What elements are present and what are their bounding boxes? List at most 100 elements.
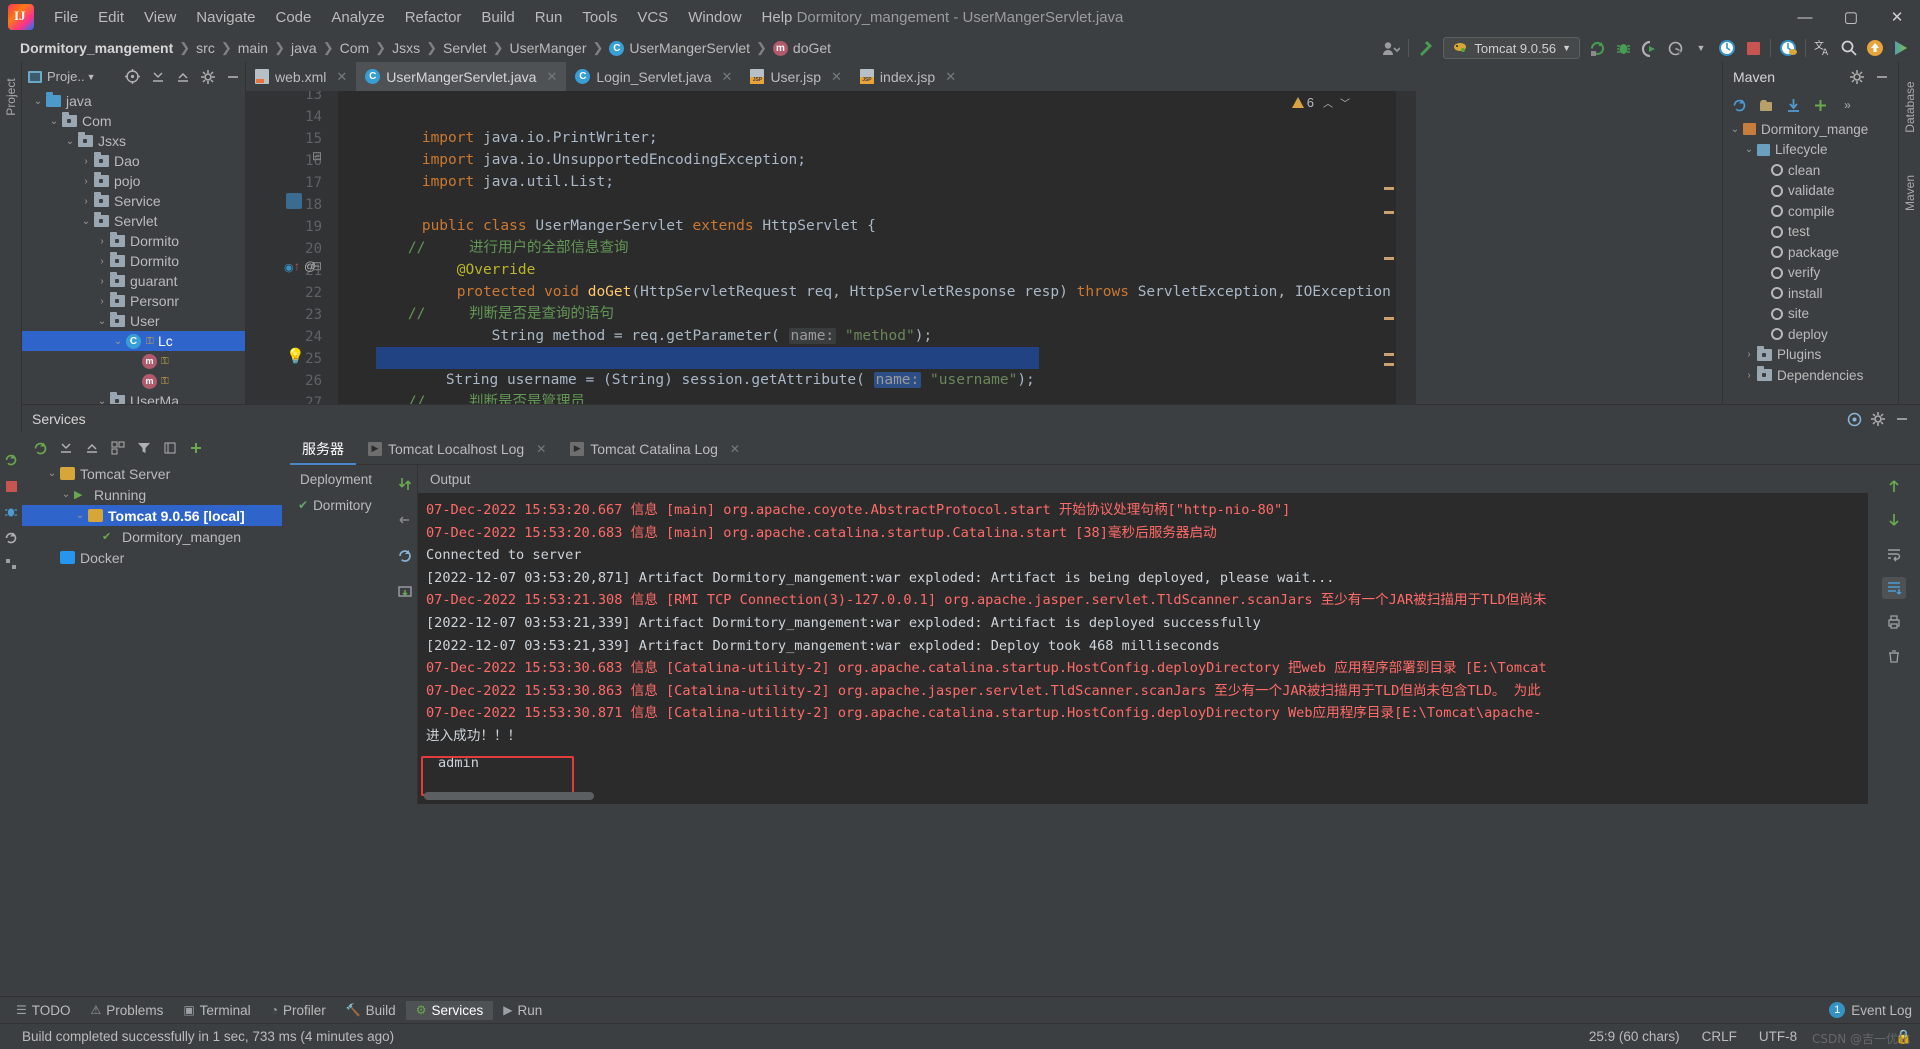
chevron-up-icon[interactable]: ︿ xyxy=(1323,95,1333,110)
maven-tree-item-dormitory-mange[interactable]: ⌄ Dormitory_mange xyxy=(1723,119,1898,140)
close-tab-icon[interactable]: ✕ xyxy=(536,442,546,456)
project-tree-item-guarant[interactable]: › guarant xyxy=(22,271,245,291)
maven-tree-item-compile[interactable]: compile xyxy=(1723,201,1898,222)
editor-tab-login-servlet-java[interactable]: C Login_Servlet.java ✕ xyxy=(566,62,741,91)
menu-item-vcs[interactable]: VCS xyxy=(627,6,678,29)
bottom-bar-services[interactable]: ⚙ Services xyxy=(405,1000,494,1020)
chevron-down-icon[interactable]: ⌄ xyxy=(62,136,78,147)
close-tab-icon[interactable]: ✕ xyxy=(831,69,842,85)
chevron-down-icon[interactable]: ▼ xyxy=(87,72,96,82)
project-panel-title[interactable]: Proje.. xyxy=(47,69,85,84)
services-tree-item-running[interactable]: ⌄ ▶ Running xyxy=(22,484,282,505)
chevron-right-icon[interactable]: › xyxy=(94,236,110,247)
tool-window-maven[interactable]: Maven xyxy=(1903,160,1917,226)
bottom-bar-run[interactable]: ▶ Run xyxy=(493,1001,552,1020)
download-sources-icon[interactable] xyxy=(1781,93,1806,117)
services-tree-item-tomcat-9-0-56-local-[interactable]: ⌄ Tomcat 9.0.56 [local] xyxy=(22,505,282,526)
editor-tab-usermangerservlet-java[interactable]: C UserMangerServlet.java ✕ xyxy=(356,62,567,91)
settings-gear-icon[interactable] xyxy=(195,65,220,89)
breadcrumb-item-usermanger[interactable]: UserManger xyxy=(509,40,586,56)
chevron-down-icon[interactable]: ⌄ xyxy=(44,468,60,479)
project-tree-item-servlet[interactable]: ⌄ Servlet xyxy=(22,211,245,231)
services-tree-item-docker[interactable]: Docker xyxy=(22,547,282,568)
code-content[interactable]: import java.io.IOException; import java.… xyxy=(338,91,1416,404)
project-tree-item-dao[interactable]: › Dao xyxy=(22,151,245,171)
menu-item-navigate[interactable]: Navigate xyxy=(186,6,265,29)
profile-icon[interactable] xyxy=(1662,36,1688,60)
menu-item-analyze[interactable]: Analyze xyxy=(321,6,394,29)
chevron-down-icon[interactable]: ⌄ xyxy=(78,216,94,227)
close-tab-icon[interactable]: ✕ xyxy=(945,69,956,85)
chevron-down-icon[interactable]: ⌄ xyxy=(30,96,46,107)
project-tree-item-com[interactable]: ⌄ Com xyxy=(22,111,245,131)
rerun-service-icon[interactable] xyxy=(0,447,22,473)
settings-gear-icon[interactable] xyxy=(1866,407,1890,431)
caret-position[interactable]: 25:9 (60 chars) xyxy=(1589,1029,1680,1044)
clear-all-icon[interactable] xyxy=(1882,645,1906,667)
breadcrumb-item-com[interactable]: Com xyxy=(340,40,370,56)
fold-region-icon[interactable]: ⊟ xyxy=(312,149,322,163)
show-config-icon[interactable] xyxy=(158,436,182,460)
breadcrumb-item-src[interactable]: src xyxy=(196,40,215,56)
services-tree-item-tomcat-server[interactable]: ⌄ Tomcat Server xyxy=(22,463,282,484)
console-output[interactable]: 07-Dec-2022 15:53:20.667 信息 [main] org.a… xyxy=(418,493,1868,804)
user-settings-icon[interactable] xyxy=(1378,36,1404,60)
maven-tree-item-test[interactable]: test xyxy=(1723,222,1898,243)
menu-item-tools[interactable]: Tools xyxy=(572,6,627,29)
chevron-down-icon[interactable]: ⌄ xyxy=(46,116,62,127)
breadcrumb-item-main[interactable]: main xyxy=(238,40,268,56)
services-tab-0[interactable]: 服务器 xyxy=(290,433,356,465)
bottom-bar-build[interactable]: 🔨 Build xyxy=(336,1001,406,1020)
chevron-right-icon[interactable]: › xyxy=(1741,349,1757,360)
refresh-icon[interactable] xyxy=(1727,93,1752,117)
run-configuration-selector[interactable]: Tomcat 9.0.56 ▼ xyxy=(1443,37,1580,59)
line-separator[interactable]: CRLF xyxy=(1702,1029,1737,1044)
expand-all-icon[interactable] xyxy=(145,65,170,89)
project-tree-item-java[interactable]: ⌄ java xyxy=(22,91,245,111)
filter-icon[interactable] xyxy=(132,436,156,460)
debug-service-icon[interactable] xyxy=(0,499,22,525)
open-browser-icon[interactable] xyxy=(393,581,417,603)
scroll-to-end-icon[interactable] xyxy=(1882,577,1906,599)
add-service-icon[interactable] xyxy=(184,436,208,460)
tool-window-project[interactable]: Project xyxy=(4,64,18,130)
update-project-icon[interactable] xyxy=(1862,36,1888,60)
project-tree-item-dormito[interactable]: › Dormito xyxy=(22,251,245,271)
editor-tab-web-xml[interactable]: web.xml ✕ xyxy=(246,62,356,91)
menu-item-window[interactable]: Window xyxy=(678,6,751,29)
menu-item-file[interactable]: File xyxy=(44,6,88,29)
close-tab-icon[interactable]: ✕ xyxy=(722,69,733,85)
project-tree-item-personr[interactable]: › Personr xyxy=(22,291,245,311)
menu-item-build[interactable]: Build xyxy=(471,6,524,29)
services-help-icon[interactable] xyxy=(1842,407,1866,431)
maven-tree-item-verify[interactable]: verify xyxy=(1723,263,1898,284)
menu-item-edit[interactable]: Edit xyxy=(88,6,134,29)
services-extra-icon[interactable] xyxy=(0,551,22,577)
chevron-down-icon[interactable]: ⌄ xyxy=(72,510,88,521)
maven-tree-item-site[interactable]: site xyxy=(1723,304,1898,325)
tomcat-deploy-icon[interactable] xyxy=(1775,36,1801,60)
annotation-marker-icon[interactable]: @ xyxy=(304,259,316,273)
chevron-right-icon[interactable]: › xyxy=(1741,370,1757,381)
project-tree-item-user[interactable]: ⌄ User xyxy=(22,311,245,331)
override-marker-icon[interactable]: ◉ xyxy=(284,261,294,274)
chevron-right-icon[interactable]: › xyxy=(78,196,94,207)
group-by-icon[interactable] xyxy=(106,436,130,460)
chevron-down-icon[interactable]: ⌄ xyxy=(1727,124,1743,135)
menu-item-view[interactable]: View xyxy=(134,6,186,29)
services-tab-1[interactable]: ▶ Tomcat Localhost Log ✕ xyxy=(356,433,558,465)
close-tab-icon[interactable]: ✕ xyxy=(730,442,740,456)
close-tab-icon[interactable]: ✕ xyxy=(336,69,347,85)
chevron-down-icon[interactable]: ⌄ xyxy=(94,316,110,327)
maven-tree-item-plugins[interactable]: › Plugins xyxy=(1723,345,1898,366)
breadcrumb-item-servlet[interactable]: Servlet xyxy=(443,40,487,56)
soft-wrap-icon[interactable] xyxy=(1882,543,1906,565)
project-tree-item-pojo[interactable]: › pojo xyxy=(22,171,245,191)
bottom-bar-profiler[interactable]: ◔ Profiler xyxy=(261,1001,336,1020)
maven-tree-item-validate[interactable]: validate xyxy=(1723,181,1898,202)
restart-service-icon[interactable] xyxy=(0,525,22,551)
services-tab-2[interactable]: ▶ Tomcat Catalina Log ✕ xyxy=(558,433,752,465)
stop-icon[interactable] xyxy=(1740,36,1766,60)
bottom-bar-todo[interactable]: ☰ TODO xyxy=(6,1001,81,1020)
project-tree-item-dormito[interactable]: › Dormito xyxy=(22,231,245,251)
